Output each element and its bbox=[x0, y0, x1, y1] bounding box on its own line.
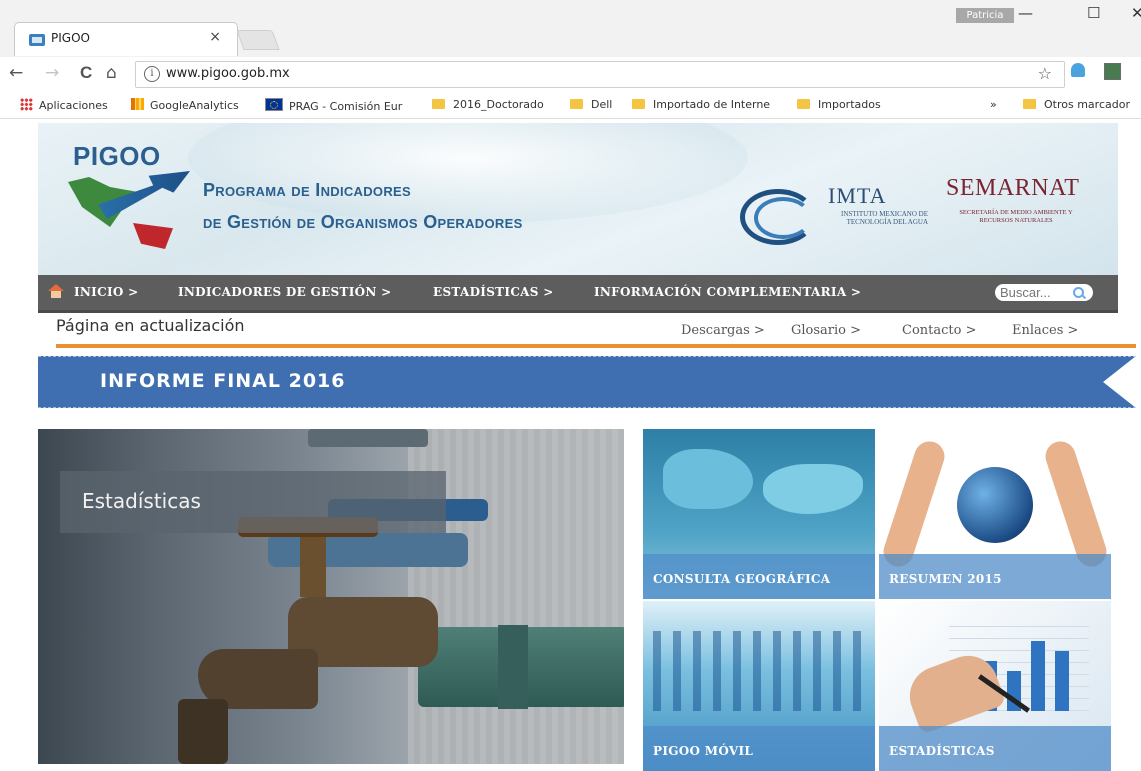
nav-informacion[interactable]: INFORMACIÓN COMPLEMENTARIA > bbox=[594, 285, 861, 299]
semarnat-subtitle: SECRETARÍA DE MEDIO AMBIENTE Y RECURSOS … bbox=[959, 209, 1073, 224]
subnav-descargas[interactable]: Descargas > bbox=[681, 323, 765, 338]
other-bookmarks-label: Otros marcador bbox=[1044, 98, 1130, 111]
hero-caption: Estadísticas bbox=[60, 471, 446, 533]
world-map-image bbox=[663, 449, 753, 509]
bookmark-label: 2016_Doctorado bbox=[453, 98, 544, 111]
other-bookmarks[interactable]: Otros marcador bbox=[1023, 98, 1130, 111]
reflection-image bbox=[653, 631, 863, 711]
folder-icon bbox=[632, 99, 645, 109]
water-splash-decoration bbox=[188, 123, 748, 223]
logo-text: PIGOO bbox=[73, 141, 161, 171]
minimize-icon[interactable]: — bbox=[1018, 4, 1033, 22]
logo-red-shape bbox=[133, 223, 173, 249]
tile-label: CONSULTA GEOGRÁFICA bbox=[653, 572, 831, 586]
bookmark-2016-doctorado[interactable]: 2016_Doctorado bbox=[432, 98, 544, 111]
bookmark-star-icon[interactable]: ☆ bbox=[1038, 64, 1052, 83]
new-tab-button[interactable] bbox=[236, 30, 280, 50]
search-input[interactable] bbox=[995, 284, 1070, 301]
subnav-glosario[interactable]: Glosario > bbox=[791, 323, 861, 338]
subnav-contacto[interactable]: Contacto > bbox=[902, 323, 976, 338]
eu-flag-icon bbox=[265, 98, 283, 111]
bookmark-label: Dell bbox=[591, 98, 613, 111]
site-search bbox=[995, 284, 1093, 301]
bookmarks-overflow-button[interactable]: » bbox=[990, 98, 997, 111]
faucet-image-part bbox=[308, 429, 428, 447]
bookmark-label: GoogleAnalytics bbox=[150, 99, 239, 112]
tile-label: ESTADÍSTICAS bbox=[889, 744, 995, 758]
divider bbox=[56, 344, 1136, 348]
faucet-image-part bbox=[300, 537, 326, 597]
back-icon[interactable]: ← bbox=[9, 63, 23, 83]
subnav-enlaces[interactable]: Enlaces > bbox=[1012, 323, 1078, 338]
imta-subtitle: INSTITUTO MEXICANO DE TECNOLOGÍA DEL AGU… bbox=[841, 210, 928, 226]
search-icon[interactable] bbox=[1073, 287, 1084, 298]
tile-resumen-2015[interactable]: RESUMEN 2015 bbox=[879, 429, 1111, 599]
analytics-icon bbox=[131, 98, 144, 110]
bookmark-importados[interactable]: Importados bbox=[797, 98, 881, 111]
address-bar[interactable]: i www.pigoo.gob.mx ☆ bbox=[135, 61, 1065, 88]
nav-estadisticas[interactable]: ESTADÍSTICAS > bbox=[433, 285, 554, 299]
chart-image-bar bbox=[1055, 651, 1069, 711]
bookmark-googleanalytics[interactable]: GoogleAnalytics bbox=[131, 98, 239, 112]
url-text[interactable]: www.pigoo.gob.mx bbox=[166, 66, 290, 81]
hero-slide[interactable]: Estadísticas bbox=[38, 429, 624, 764]
tile-consulta-geografica[interactable]: CONSULTA GEOGRÁFICA bbox=[643, 429, 875, 599]
folder-icon bbox=[1023, 99, 1036, 109]
bookmark-label: Importados bbox=[818, 98, 881, 111]
semarnat-text: SEMARNAT bbox=[946, 175, 1080, 201]
tile-label: PIGOO MÓVIL bbox=[653, 744, 754, 758]
image-extension-icon[interactable] bbox=[1104, 63, 1121, 80]
hands-image bbox=[879, 437, 949, 571]
imta-swirl-inner-icon bbox=[754, 197, 812, 239]
faucet-image-part bbox=[178, 699, 228, 764]
tile-label: RESUMEN 2015 bbox=[889, 572, 1002, 586]
nav-indicadores[interactable]: INDICADORES DE GESTIÓN > bbox=[178, 285, 391, 299]
chart-image-bar bbox=[1031, 641, 1045, 711]
forward-icon[interactable]: → bbox=[45, 63, 59, 83]
browser-tab[interactable]: PIGOO × bbox=[14, 22, 238, 56]
bookmark-prag[interactable]: PRAG - Comisión Eur bbox=[265, 98, 402, 113]
world-map-image bbox=[763, 464, 863, 514]
maximize-icon[interactable]: ☐ bbox=[1087, 4, 1100, 22]
program-title-line2: de Gestión de Organismos Operadores bbox=[203, 212, 523, 232]
folder-icon bbox=[797, 99, 810, 109]
program-title-line1: Programa de Indicadores bbox=[203, 180, 411, 200]
folder-icon bbox=[570, 99, 583, 109]
faucet-image-part bbox=[268, 533, 468, 567]
browser-titlebar: PIGOO × Patricia — ☐ ✕ bbox=[0, 0, 1141, 57]
close-window-icon[interactable]: ✕ bbox=[1131, 4, 1141, 22]
bookmark-dell[interactable]: Dell bbox=[570, 98, 612, 111]
status-text: Página en actualización bbox=[56, 316, 245, 335]
tile-estadisticas[interactable]: ESTADÍSTICAS bbox=[879, 601, 1111, 771]
banner-title: INFORME FINAL 2016 bbox=[100, 370, 346, 392]
tab-title: PIGOO bbox=[51, 31, 90, 45]
informe-banner[interactable]: INFORME FINAL 2016 bbox=[38, 356, 1136, 408]
site-info-icon[interactable]: i bbox=[144, 66, 160, 82]
bookmark-label: PRAG - Comisión Eur bbox=[289, 100, 403, 113]
apps-icon bbox=[20, 98, 33, 111]
cloud-extension-icon[interactable] bbox=[1071, 63, 1085, 77]
tab-close-icon[interactable]: × bbox=[209, 29, 221, 45]
nav-inicio[interactable]: INICIO > bbox=[74, 285, 138, 299]
bookmark-apps[interactable]: Aplicaciones bbox=[20, 98, 108, 112]
reload-icon[interactable]: C bbox=[80, 63, 92, 83]
tile-pigoo-movil[interactable]: PIGOO MÓVIL bbox=[643, 601, 875, 771]
pigoo-favicon-icon bbox=[29, 34, 45, 46]
imta-text: IMTA bbox=[828, 183, 887, 208]
bookmark-label: Importado de Interne bbox=[653, 98, 771, 111]
site-header: PIGOO Programa de Indicadores de Gestión… bbox=[38, 123, 1118, 275]
home-icon[interactable]: ⌂ bbox=[106, 63, 117, 83]
main-nav: INICIO > INDICADORES DE GESTIÓN > ESTADÍ… bbox=[38, 275, 1118, 313]
profile-badge[interactable]: Patricia bbox=[956, 8, 1014, 23]
globe-image bbox=[957, 467, 1033, 543]
bookmarks-bar: Aplicaciones GoogleAnalytics PRAG - Comi… bbox=[0, 91, 1141, 119]
home-icon[interactable] bbox=[48, 284, 64, 298]
folder-icon bbox=[432, 99, 445, 109]
faucet-image-part bbox=[498, 625, 528, 709]
hero-label: Estadísticas bbox=[82, 489, 201, 513]
browser-toolbar: ← → C ⌂ i www.pigoo.gob.mx ☆ bbox=[0, 57, 1141, 92]
bookmark-importado-ie[interactable]: Importado de Interne bbox=[632, 98, 770, 111]
bookmark-label: Aplicaciones bbox=[39, 99, 108, 112]
hands-image bbox=[1041, 437, 1111, 571]
